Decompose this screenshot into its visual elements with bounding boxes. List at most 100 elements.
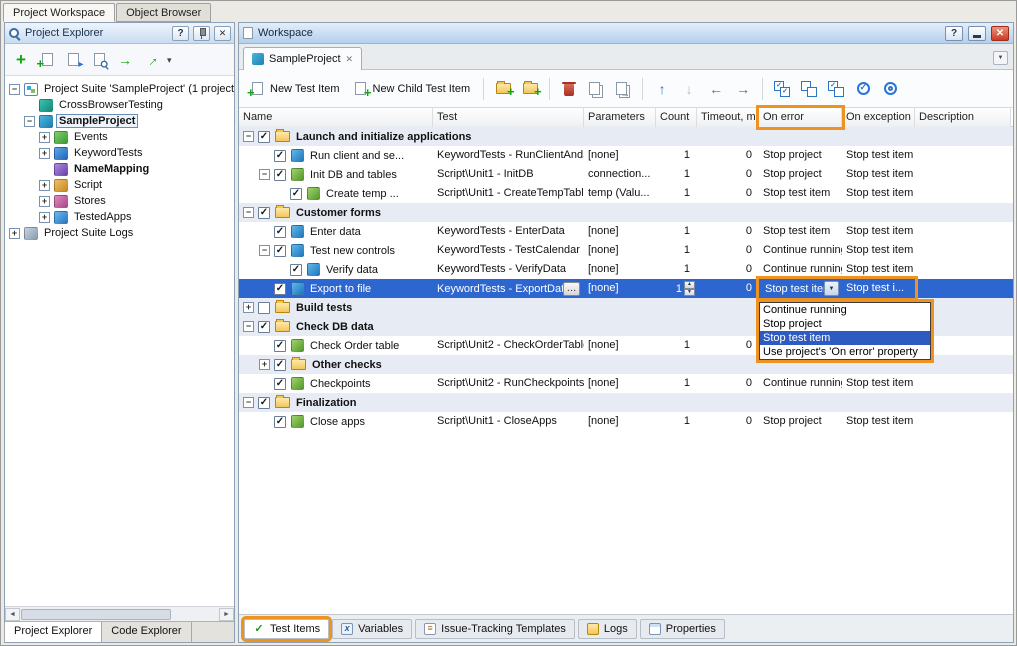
tab-list-dropdown-button[interactable] bbox=[993, 51, 1008, 65]
dropdown-option-continue-running[interactable]: Continue running bbox=[760, 303, 930, 317]
close-tab-icon[interactable] bbox=[346, 53, 354, 65]
enabled-checkbox[interactable] bbox=[274, 226, 286, 238]
enabled-checkbox[interactable] bbox=[290, 188, 302, 200]
column-header-timeout-mi[interactable]: Timeout, mi... bbox=[697, 108, 759, 127]
horizontal-scrollbar[interactable] bbox=[5, 606, 234, 621]
tab-sampleproject[interactable]: SampleProject bbox=[243, 47, 362, 70]
workspace-help-button[interactable] bbox=[945, 26, 963, 41]
collapse-toggle[interactable] bbox=[9, 84, 20, 95]
enable-item-button[interactable] bbox=[851, 77, 875, 101]
tree-item-project-suite-sampleproject-1-project[interactable]: Project Suite 'SampleProject' (1 project… bbox=[5, 81, 234, 97]
tree-item-namemapping[interactable]: NameMapping bbox=[5, 161, 234, 177]
add-project-button[interactable] bbox=[35, 48, 59, 72]
tab-properties[interactable]: Properties bbox=[640, 619, 725, 639]
tree-item-events[interactable]: Events bbox=[5, 129, 234, 145]
toolbar-overflow-caret[interactable] bbox=[167, 54, 172, 66]
tab-project-workspace[interactable]: Project Workspace bbox=[3, 3, 115, 22]
column-header-count[interactable]: Count bbox=[656, 108, 697, 127]
tab-object-browser[interactable]: Object Browser bbox=[116, 3, 211, 22]
new-test-item-button[interactable]: New Test Item bbox=[246, 78, 346, 99]
column-header-parameters[interactable]: Parameters bbox=[584, 108, 656, 127]
find-in-project-button[interactable] bbox=[87, 48, 111, 72]
tree-item-stores[interactable]: Stores bbox=[5, 193, 234, 209]
column-header-on-exception[interactable]: On exception bbox=[842, 108, 915, 127]
new-child-group-button[interactable] bbox=[518, 77, 542, 101]
move-left-button[interactable] bbox=[704, 77, 728, 101]
move-up-button[interactable] bbox=[650, 77, 674, 101]
group-row-finalization[interactable]: Finalization bbox=[239, 393, 1013, 412]
group-row-launch-and-initialize-applications[interactable]: Launch and initialize applications bbox=[239, 127, 1013, 146]
check-all-button[interactable] bbox=[770, 77, 794, 101]
column-header-on-error[interactable]: On error bbox=[759, 108, 842, 127]
enabled-checkbox[interactable] bbox=[274, 150, 286, 162]
scrollbar-thumb[interactable] bbox=[21, 609, 171, 620]
collapse-toggle[interactable] bbox=[243, 321, 254, 332]
add-project-suite-button[interactable] bbox=[9, 48, 33, 72]
test-item-row-create-temp[interactable]: Create temp ...Script\Unit1 - CreateTemp… bbox=[239, 184, 1013, 203]
test-item-row-enter-data[interactable]: Enter dataKeywordTests - EnterData[none]… bbox=[239, 222, 1013, 241]
count-spinner[interactable] bbox=[684, 281, 695, 296]
enabled-checkbox[interactable] bbox=[274, 283, 286, 295]
enabled-checkbox[interactable] bbox=[258, 207, 270, 219]
scroll-right-button[interactable] bbox=[219, 608, 234, 621]
disable-item-button[interactable] bbox=[878, 77, 902, 101]
export-button[interactable] bbox=[139, 48, 163, 72]
tree-item-sampleproject[interactable]: SampleProject bbox=[5, 113, 234, 129]
scrollbar-track[interactable] bbox=[20, 608, 219, 621]
expand-toggle[interactable] bbox=[259, 359, 270, 370]
uncheck-all-button[interactable] bbox=[797, 77, 821, 101]
collapse-toggle[interactable] bbox=[243, 397, 254, 408]
new-child-test-item-button[interactable]: New Child Test Item bbox=[349, 78, 477, 99]
minimize-button[interactable] bbox=[968, 26, 986, 41]
test-item-row-run-client-and-se[interactable]: Run client and se...KeywordTests - RunCl… bbox=[239, 146, 1013, 165]
dropdown-button[interactable] bbox=[824, 281, 839, 296]
enabled-checkbox[interactable] bbox=[258, 302, 270, 314]
enabled-checkbox[interactable] bbox=[274, 416, 286, 428]
tab-variables[interactable]: Variables bbox=[332, 619, 412, 639]
enabled-checkbox[interactable] bbox=[274, 245, 286, 257]
collapse-toggle[interactable] bbox=[259, 245, 270, 256]
expand-toggle[interactable] bbox=[39, 148, 50, 159]
spin-down-icon[interactable] bbox=[684, 289, 695, 297]
tab-project-explorer[interactable]: Project Explorer bbox=[4, 622, 102, 642]
spin-up-icon[interactable] bbox=[684, 281, 695, 289]
collapse-toggle[interactable] bbox=[24, 116, 35, 127]
enabled-checkbox[interactable] bbox=[258, 321, 270, 333]
tab-code-explorer[interactable]: Code Explorer bbox=[101, 622, 191, 642]
delete-button[interactable] bbox=[557, 77, 581, 101]
tree-item-project-suite-logs[interactable]: Project Suite Logs bbox=[5, 225, 234, 241]
import-button[interactable] bbox=[113, 48, 137, 72]
tree-item-crossbrowsertesting[interactable]: CrossBrowserTesting bbox=[5, 97, 234, 113]
expand-toggle[interactable] bbox=[9, 228, 20, 239]
tab-test-items[interactable]: Test Items bbox=[244, 619, 329, 639]
group-row-customer-forms[interactable]: Customer forms bbox=[239, 203, 1013, 222]
pin-button[interactable] bbox=[193, 26, 210, 41]
collapse-toggle[interactable] bbox=[259, 169, 270, 180]
dropdown-option-stop-project[interactable]: Stop project bbox=[760, 317, 930, 331]
scroll-left-button[interactable] bbox=[5, 608, 20, 621]
tab-issue-tracking-templates[interactable]: Issue-Tracking Templates bbox=[415, 619, 575, 639]
tree-item-testedapps[interactable]: TestedApps bbox=[5, 209, 234, 225]
close-panel-button[interactable] bbox=[214, 26, 231, 41]
column-header-description[interactable]: Description bbox=[915, 108, 1011, 127]
test-item-row-close-apps[interactable]: Close appsScript\Unit1 - CloseApps[none]… bbox=[239, 412, 1013, 431]
enabled-checkbox[interactable] bbox=[290, 264, 302, 276]
new-group-button[interactable] bbox=[491, 77, 515, 101]
enabled-checkbox[interactable] bbox=[274, 359, 286, 371]
help-button[interactable] bbox=[172, 26, 189, 41]
test-item-row-checkpoints[interactable]: CheckpointsScript\Unit2 - RunCheckpoints… bbox=[239, 374, 1013, 393]
expand-toggle[interactable] bbox=[39, 180, 50, 191]
enabled-checkbox[interactable] bbox=[274, 378, 286, 390]
test-item-row-export-to-file[interactable]: Export to fileKeywordTests - ExportData[… bbox=[239, 279, 1013, 298]
enabled-checkbox[interactable] bbox=[258, 131, 270, 143]
close-button[interactable] bbox=[991, 26, 1009, 41]
enabled-checkbox[interactable] bbox=[274, 340, 286, 352]
collapse-toggle[interactable] bbox=[243, 131, 254, 142]
dropdown-option-use-project-s-on-error-property[interactable]: Use project's 'On error' property bbox=[760, 345, 930, 359]
invert-check-button[interactable] bbox=[824, 77, 848, 101]
paste-button[interactable] bbox=[611, 77, 635, 101]
column-header-name[interactable]: Name bbox=[239, 108, 433, 127]
test-item-row-test-new-controls[interactable]: Test new controlsKeywordTests - TestCale… bbox=[239, 241, 1013, 260]
column-header-test[interactable]: Test bbox=[433, 108, 584, 127]
copy-button[interactable] bbox=[584, 77, 608, 101]
